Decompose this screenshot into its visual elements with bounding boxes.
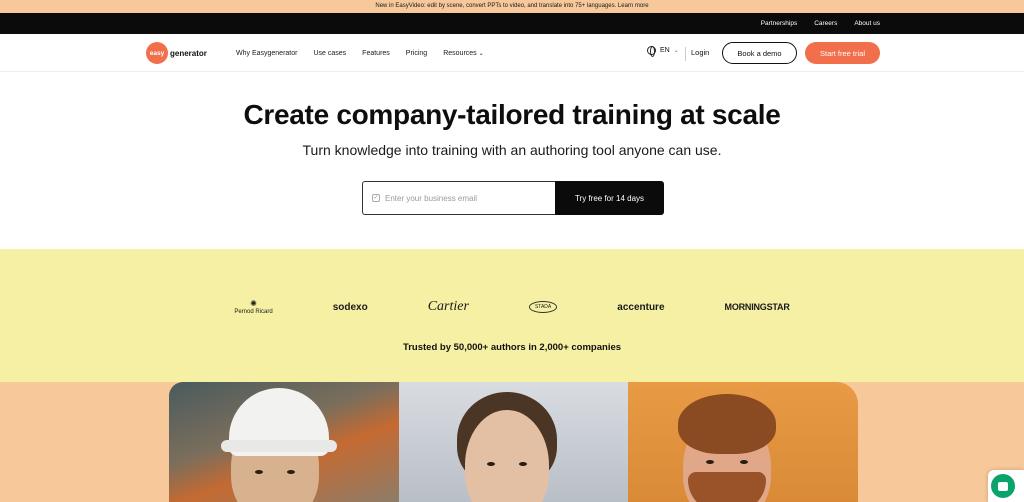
nav-item-use-cases[interactable]: Use cases: [313, 50, 346, 57]
logo-badge: easy: [146, 42, 168, 64]
logo-text: generator: [170, 48, 207, 58]
chevron-down-icon: ⌄: [673, 48, 679, 54]
sodexo-logo: sodexo: [332, 301, 368, 313]
hero-title: Create company-tailored training at scal…: [243, 99, 781, 130]
woman-photo: [399, 382, 628, 502]
eye: [287, 470, 295, 474]
start-free-trial-button[interactable]: Start free trial: [805, 42, 880, 64]
logo-row: ✺ Pernod Ricard sodexo Cartier STADA acce…: [0, 299, 1024, 316]
globe-icon: [647, 46, 656, 57]
eye: [255, 470, 263, 474]
hero-subtitle: Turn knowledge into training with an aut…: [302, 142, 722, 158]
cartier-logo: Cartier: [427, 299, 469, 315]
accenture-logo: accenture: [617, 301, 665, 313]
pernod-ricard-name: Pernod Ricard: [234, 308, 273, 315]
language-label: EN: [660, 47, 670, 54]
nav-menu: Why Easygenerator Use cases Features Pri…: [236, 34, 484, 72]
email-check-icon: ✓: [372, 194, 380, 202]
announcement-bar[interactable]: New in EasyVideo: edit by scene, convert…: [0, 0, 1024, 13]
nav-item-pricing[interactable]: Pricing: [406, 50, 427, 57]
email-field[interactable]: ✓ Enter your business email: [362, 181, 555, 215]
nav-item-features[interactable]: Features: [362, 50, 390, 57]
nav-item-why-easygenerator[interactable]: Why Easygenerator: [236, 50, 297, 57]
stada-logo: STADA: [528, 301, 558, 314]
eye: [706, 460, 714, 464]
nav-item-resources[interactable]: Resources ⌄: [443, 50, 484, 57]
morningstar-logo: MORNINGSTAR: [724, 302, 790, 313]
careers-link[interactable]: Careers: [814, 20, 837, 27]
signup-form: ✓ Enter your business email Try free for…: [362, 181, 664, 215]
pernod-ricard-logo: ✺ Pernod Ricard: [234, 299, 272, 316]
chevron-down-icon: ⌄: [478, 50, 484, 57]
eye: [740, 460, 748, 464]
login-link[interactable]: Login: [691, 48, 709, 57]
eye: [487, 462, 495, 466]
people-showcase: [0, 382, 1024, 502]
bearded-man-photo: [628, 382, 858, 502]
main-nav: easy generator Why Easygenerator Use cas…: [0, 34, 1024, 72]
about-us-link[interactable]: About us: [854, 20, 880, 27]
eye: [519, 462, 527, 466]
top-utility-bar: Partnerships Careers About us: [0, 13, 1024, 34]
email-placeholder: Enter your business email: [385, 193, 478, 203]
man-beard: [688, 472, 766, 502]
trusted-by-text: Trusted by 50,000+ authors in 2,000+ com…: [402, 342, 622, 353]
hero-section: Create company-tailored training at scal…: [0, 72, 1024, 249]
customer-logos-section: ✺ Pernod Ricard sodexo Cartier STADA acce…: [0, 249, 1024, 382]
language-selector[interactable]: EN ⌄: [647, 46, 679, 57]
nav-item-resources-label: Resources: [443, 49, 477, 57]
try-free-button[interactable]: Try free for 14 days: [555, 181, 664, 215]
man-hair: [678, 394, 776, 454]
chat-icon[interactable]: [991, 474, 1015, 498]
sun-icon: ✺: [250, 299, 257, 308]
construction-worker-photo: [169, 382, 399, 502]
nav-divider: [685, 47, 686, 61]
book-demo-button[interactable]: Book a demo: [722, 42, 797, 64]
hard-hat-brim: [221, 440, 337, 452]
easygenerator-logo[interactable]: easy generator: [146, 42, 207, 64]
partnerships-link[interactable]: Partnerships: [761, 20, 798, 27]
